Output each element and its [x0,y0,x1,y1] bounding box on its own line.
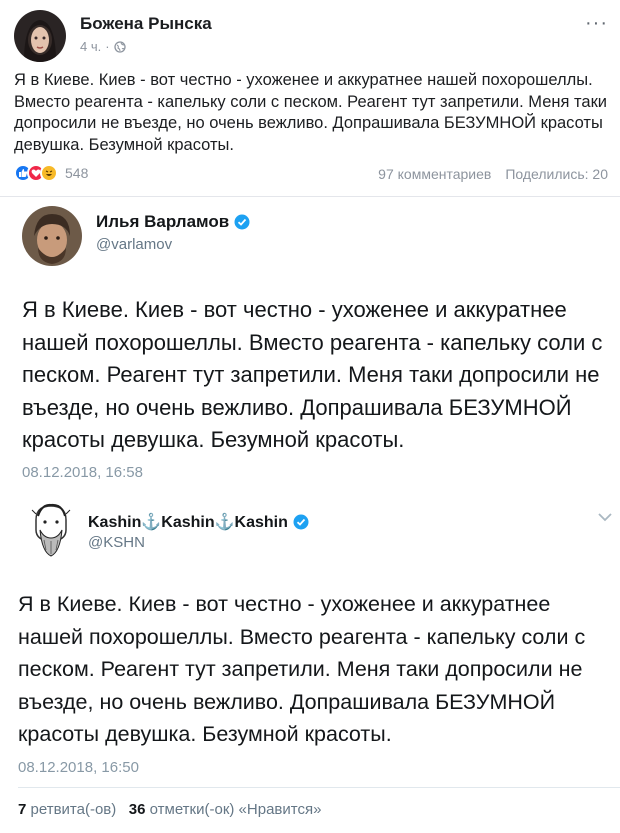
tweet-stats-divider [18,787,620,788]
reactions-count: 548 [65,165,89,181]
likes-count[interactable]: 36 [129,801,146,818]
tweet-author-name-text: Илья Варламов [96,212,230,231]
post-stats: 97 комментариев Поделились: 20 [378,166,608,182]
tweet-author-name[interactable]: Илья Варламов [96,212,250,232]
facebook-post: Божена Рынска 4 ч. · ··· Я в Киеве. Киев… [0,0,620,196]
tweet2-author-name[interactable]: Kashin⚓Kashin⚓Kashin [88,512,309,532]
tweet2-date[interactable]: 08.12.2018, 16:50 [18,759,139,776]
likes-label[interactable]: отметки(-ок) «Нравится» [150,801,322,818]
author-name[interactable]: Божена Рынска [80,14,212,34]
tweet-text: Я в Киеве. Киев - вот честно - ухоженее … [22,297,603,452]
shares-count[interactable]: Поделились: 20 [505,166,608,182]
verified-badge-icon [293,514,309,530]
comments-count[interactable]: 97 комментариев [378,166,491,182]
retweets-label[interactable]: ретвита(-ов) [31,801,117,818]
post-divider [0,196,620,197]
chevron-down-icon[interactable] [598,512,612,522]
tweet2-stats: 7 ретвита(-ов) 36 отметки(-ок) «Нравится… [18,801,321,818]
post-text: Я в Киеве. Киев - вот честно - ухоженее … [14,71,608,154]
tweet-author-avatar[interactable] [22,206,82,266]
retweets-count[interactable]: 7 [18,801,26,818]
tweet2-text: Я в Киеве. Киев - вот честно - ухоженее … [18,592,586,746]
author-avatar[interactable] [14,10,66,62]
post-meta: 4 ч. · [80,39,126,54]
tweet2-author-avatar[interactable] [22,500,80,562]
meta-separator: · [105,39,110,54]
tweet-author-handle[interactable]: @varlamov [96,236,172,253]
haha-icon [40,164,58,182]
reactions-summary[interactable]: 548 [14,164,88,182]
tweet2-author-handle[interactable]: @KSHN [88,534,145,551]
post-time[interactable]: 4 ч. [80,39,101,54]
more-options-icon[interactable]: ··· [585,12,608,35]
tweet-date[interactable]: 08.12.2018, 16:58 [22,464,143,481]
tweet2-author-name-text: Kashin⚓Kashin⚓Kashin [88,514,288,531]
globe-icon [113,40,126,53]
verified-badge-icon [234,214,250,230]
